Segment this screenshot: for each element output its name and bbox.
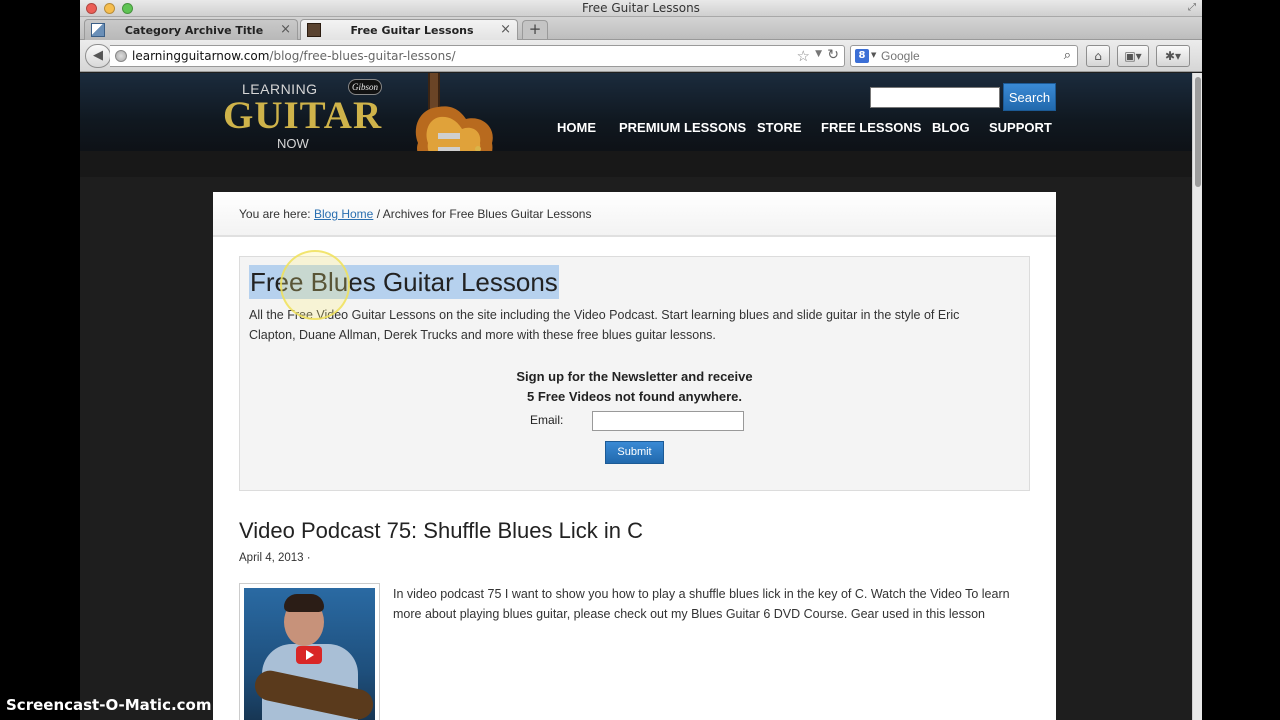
scrollbar-thumb[interactable] xyxy=(1195,77,1201,187)
tab-bar: Category Archive Title × Free Guitar Les… xyxy=(80,17,1202,40)
tab-label: Category Archive Title xyxy=(124,24,264,37)
globe-icon xyxy=(115,50,127,62)
post-date: April 4, 2013 · xyxy=(239,552,311,564)
breadcrumb-blog-home-link[interactable]: Blog Home xyxy=(314,207,373,221)
bookmarks-button[interactable]: ▣▾ xyxy=(1117,45,1149,67)
search-engine-dropdown-icon[interactable]: ▼ xyxy=(871,51,876,59)
browser-window: Free Guitar Lessons ⤢ Category Archive T… xyxy=(80,0,1202,720)
url-path: /blog/free-blues-guitar-lessons/ xyxy=(269,49,456,63)
browser-search-bar[interactable]: 8 ▼ ⌕ xyxy=(850,45,1078,67)
tab-close-icon[interactable]: × xyxy=(280,22,291,37)
post-title-link[interactable]: Video Podcast 75: Shuffle Blues Lick in … xyxy=(239,518,643,544)
logo-byline-text: with John W. Tuggle xyxy=(283,157,373,169)
gear-icon: ✱▾ xyxy=(1164,49,1182,63)
bookmark-star-icon[interactable]: ☆ xyxy=(797,47,810,65)
newsletter-heading: Sign up for the Newsletter and receive 5… xyxy=(240,367,1029,407)
back-arrow-icon: ◀ xyxy=(93,48,103,63)
reload-icon[interactable]: ↻ xyxy=(827,47,839,63)
tab-close-icon[interactable]: × xyxy=(500,22,511,37)
breadcrumb-prefix: You are here: xyxy=(239,207,311,221)
nav-blog[interactable]: BLOG xyxy=(932,120,970,135)
post-thumbnail[interactable] xyxy=(239,583,380,720)
email-label: Email: xyxy=(530,413,564,427)
bookmarks-icon: ▣▾ xyxy=(1124,49,1142,63)
back-button[interactable]: ◀ xyxy=(85,44,111,68)
navigation-toolbar: ◀ learningguitarnow.com/blog/free-blues-… xyxy=(80,40,1202,72)
home-button[interactable]: ⌂ xyxy=(1086,45,1110,67)
nav-store[interactable]: STORE xyxy=(757,120,802,135)
logo-now-text: NOW xyxy=(277,136,309,151)
breadcrumb-current: Archives for Free Blues Guitar Lessons xyxy=(382,207,592,221)
browser-search-input[interactable] xyxy=(881,48,1051,64)
url-host: learningguitarnow.com xyxy=(132,49,270,63)
url-text[interactable]: learningguitarnow.com/blog/free-blues-gu… xyxy=(132,49,456,63)
logo-guitar-text: GUITAR xyxy=(223,94,383,137)
breadcrumb: You are here: Blog Home / Archives for F… xyxy=(239,207,591,221)
search-icon[interactable]: ⌕ xyxy=(1064,48,1071,63)
tab-category-archive[interactable]: Category Archive Title × xyxy=(84,19,298,40)
screen: Free Guitar Lessons ⤢ Category Archive T… xyxy=(0,0,1280,720)
web-page: LEARNING GUITAR NOW with John W. Tuggle … xyxy=(80,73,1192,720)
site-header: LEARNING GUITAR NOW with John W. Tuggle … xyxy=(80,73,1192,177)
gibson-badge: Gibson xyxy=(348,79,382,95)
tab-label: Free Guitar Lessons xyxy=(350,24,474,37)
nav-home[interactable]: HOME xyxy=(557,120,596,135)
screencast-watermark: Screencast-O-Matic.com xyxy=(6,696,212,714)
title-bar: Free Guitar Lessons ⤢ xyxy=(80,0,1202,17)
site-search-button[interactable]: Search xyxy=(1003,83,1056,111)
video-thumbnail-image xyxy=(244,588,375,720)
submit-button[interactable]: Submit xyxy=(605,441,664,464)
newsletter-line-1: Sign up for the Newsletter and receive xyxy=(516,369,753,384)
email-field[interactable] xyxy=(592,411,744,431)
tools-button[interactable]: ✱▾ xyxy=(1156,45,1190,67)
guitar-icon xyxy=(415,73,493,174)
page-favicon-icon xyxy=(91,23,105,37)
nav-premium-lessons[interactable]: PREMIUM LESSONS xyxy=(619,120,746,135)
youtube-play-icon[interactable] xyxy=(296,646,322,664)
home-icon: ⌂ xyxy=(1094,49,1102,63)
site-search-input[interactable] xyxy=(870,87,1000,108)
breadcrumb-separator: / xyxy=(376,207,381,221)
new-tab-button[interactable]: + xyxy=(522,20,548,39)
cursor-highlight xyxy=(280,250,350,320)
archive-intro-box: Free Blues Guitar Lessons All the Free V… xyxy=(239,256,1030,491)
nav-free-lessons[interactable]: FREE LESSONS xyxy=(821,120,921,135)
url-history-dropdown-icon[interactable]: ▼ xyxy=(815,49,822,59)
newsletter-line-2: 5 Free Videos not found anywhere. xyxy=(526,389,743,404)
post-excerpt: In video podcast 75 I want to show you h… xyxy=(393,587,1010,621)
archive-description: All the Free Video Guitar Lessons on the… xyxy=(249,308,960,342)
breadcrumb-bar: You are here: Blog Home / Archives for F… xyxy=(213,192,1056,237)
thumb-hair xyxy=(284,594,324,612)
nav-support[interactable]: SUPPORT xyxy=(989,120,1052,135)
vertical-scrollbar[interactable] xyxy=(1192,73,1202,720)
site-favicon-icon xyxy=(307,23,321,37)
window-title: Free Guitar Lessons xyxy=(582,1,700,15)
tab-free-guitar-lessons[interactable]: Free Guitar Lessons × xyxy=(300,19,518,40)
address-bar[interactable]: learningguitarnow.com/blog/free-blues-gu… xyxy=(110,45,845,67)
search-engine-icon[interactable]: 8 xyxy=(855,49,869,63)
fullscreen-icon[interactable]: ⤢ xyxy=(1188,2,1196,13)
